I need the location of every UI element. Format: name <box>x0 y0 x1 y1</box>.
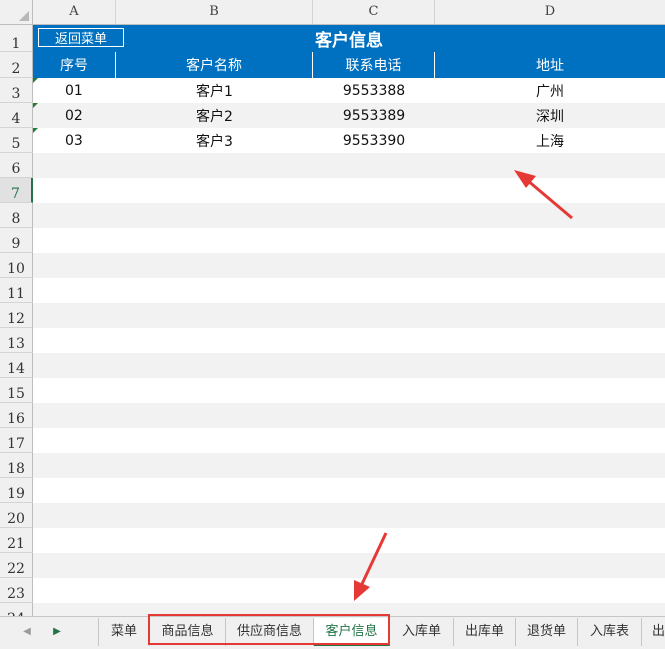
row-header-12[interactable]: 12 <box>0 303 33 328</box>
row-header-19[interactable]: 19 <box>0 478 33 503</box>
row-header-22[interactable]: 22 <box>0 553 33 578</box>
empty-row[interactable] <box>33 503 665 528</box>
header-cell-index[interactable]: 序号 <box>33 52 116 78</box>
column-header-bar: A B C D <box>0 0 665 25</box>
row-header-20[interactable]: 20 <box>0 503 33 528</box>
table-row: 03 客户3 9553390 上海 <box>33 128 665 153</box>
row-header-8[interactable]: 8 <box>0 203 33 228</box>
row-header-9[interactable]: 9 <box>0 228 33 253</box>
row-header-10[interactable]: 10 <box>0 253 33 278</box>
row-header-7[interactable]: 7 <box>0 178 33 203</box>
empty-row[interactable] <box>33 528 665 553</box>
empty-row[interactable] <box>33 453 665 478</box>
row-header-24[interactable]: 24 <box>0 603 33 616</box>
header-cell-phone[interactable]: 联系电话 <box>313 52 435 78</box>
empty-row[interactable] <box>33 578 665 603</box>
table-cell[interactable]: 9553388 <box>313 78 435 103</box>
row-header-13[interactable]: 13 <box>0 328 33 353</box>
tab-outbound-order[interactable]: 出库单 <box>454 618 516 646</box>
table-cell[interactable]: 客户2 <box>116 103 313 128</box>
empty-row[interactable] <box>33 428 665 453</box>
row-header-11[interactable]: 11 <box>0 278 33 303</box>
tab-inbound-order[interactable]: 入库单 <box>390 618 454 646</box>
row-header-17[interactable]: 17 <box>0 428 33 453</box>
empty-row[interactable] <box>33 178 665 203</box>
column-header-d[interactable]: D <box>435 0 665 24</box>
table-cell[interactable]: 客户1 <box>116 78 313 103</box>
tab-return-order[interactable]: 退货单 <box>516 618 578 646</box>
table-cell[interactable]: 9553390 <box>313 128 435 153</box>
table-cell[interactable]: 9553389 <box>313 103 435 128</box>
empty-row[interactable] <box>33 378 665 403</box>
table-cell[interactable]: 深圳 <box>435 103 665 128</box>
empty-row[interactable] <box>33 303 665 328</box>
annotation-highlight-box <box>148 614 390 645</box>
row-header-6[interactable]: 6 <box>0 153 33 178</box>
column-header-a[interactable]: A <box>33 0 116 24</box>
column-header-c[interactable]: C <box>313 0 435 24</box>
header-cell-customer-name[interactable]: 客户名称 <box>116 52 313 78</box>
column-header-b[interactable]: B <box>116 0 313 24</box>
title-row: 客户信息 返回菜单 <box>33 25 665 52</box>
row-header-16[interactable]: 16 <box>0 403 33 428</box>
row-header-21[interactable]: 21 <box>0 528 33 553</box>
empty-row[interactable] <box>33 353 665 378</box>
table-cell[interactable]: 03 <box>33 128 116 153</box>
empty-row[interactable] <box>33 403 665 428</box>
empty-row[interactable] <box>33 203 665 228</box>
sheet-title: 客户信息 <box>315 31 383 51</box>
tab-inbound-table[interactable]: 入库表 <box>578 618 642 646</box>
spreadsheet: A B C D 1 2 3 4 5 6 7 8 9 10 11 12 13 14… <box>0 0 665 616</box>
tab-outbound-partial[interactable]: 出 <box>642 618 665 646</box>
empty-row[interactable] <box>33 328 665 353</box>
empty-row[interactable] <box>33 153 665 178</box>
scroll-tabs-left-icon[interactable]: ◀ <box>20 624 34 640</box>
table-cell[interactable]: 上海 <box>435 128 665 153</box>
empty-row[interactable] <box>33 253 665 278</box>
header-row: 序号 客户名称 联系电话 地址 <box>33 52 665 78</box>
empty-row[interactable] <box>33 553 665 578</box>
row-header-1[interactable]: 1 <box>0 25 33 52</box>
row-header-14[interactable]: 14 <box>0 353 33 378</box>
tab-menu[interactable]: 菜单 <box>98 618 150 646</box>
row-header-15[interactable]: 15 <box>0 378 33 403</box>
row-header-3[interactable]: 3 <box>0 78 33 103</box>
empty-row[interactable] <box>33 278 665 303</box>
empty-row[interactable] <box>33 478 665 503</box>
scroll-tabs-right-icon[interactable]: ▶ <box>50 624 64 640</box>
row-header-23[interactable]: 23 <box>0 578 33 603</box>
table-cell[interactable]: 广州 <box>435 78 665 103</box>
row-header-5[interactable]: 5 <box>0 128 33 153</box>
empty-row[interactable] <box>33 228 665 253</box>
back-to-menu-button[interactable]: 返回菜单 <box>38 28 124 47</box>
row-header-4[interactable]: 4 <box>0 103 33 128</box>
table-row: 01 客户1 9553388 广州 <box>33 78 665 103</box>
row-header-2[interactable]: 2 <box>0 52 33 78</box>
select-all-triangle-icon <box>19 11 29 21</box>
select-all-corner[interactable] <box>0 0 33 24</box>
table-row: 02 客户2 9553389 深圳 <box>33 103 665 128</box>
row-header-18[interactable]: 18 <box>0 453 33 478</box>
header-cell-address[interactable]: 地址 <box>435 52 665 78</box>
table-cell[interactable]: 02 <box>33 103 116 128</box>
table-cell[interactable]: 01 <box>33 78 116 103</box>
table-cell[interactable]: 客户3 <box>116 128 313 153</box>
